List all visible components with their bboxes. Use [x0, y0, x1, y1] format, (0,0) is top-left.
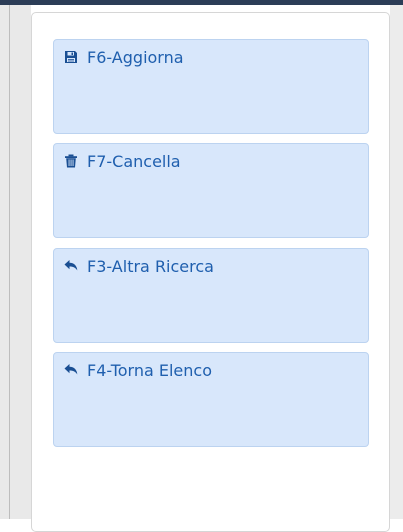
reply-icon: [64, 259, 78, 273]
left-sidebar-gutter: [0, 5, 31, 519]
update-button-label: F6-Aggiorna: [87, 48, 184, 67]
update-button[interactable]: F6-Aggiorna: [53, 39, 369, 134]
reply-icon: [64, 363, 78, 377]
actions-panel: F6-Aggiorna F7-Cancella F3-Altra Ricerca: [31, 12, 390, 532]
save-icon: [64, 50, 78, 64]
delete-button[interactable]: F7-Cancella: [53, 143, 369, 238]
left-gutter-divider: [9, 5, 10, 519]
back-to-list-button[interactable]: F4-Torna Elenco: [53, 352, 369, 447]
new-search-button[interactable]: F3-Altra Ricerca: [53, 248, 369, 343]
right-scroll-gutter: [390, 5, 403, 519]
top-header-bar: [0, 0, 403, 5]
new-search-button-label: F3-Altra Ricerca: [87, 257, 214, 276]
back-to-list-button-label: F4-Torna Elenco: [87, 361, 212, 380]
trash-icon: [64, 154, 78, 168]
delete-button-label: F7-Cancella: [87, 152, 181, 171]
